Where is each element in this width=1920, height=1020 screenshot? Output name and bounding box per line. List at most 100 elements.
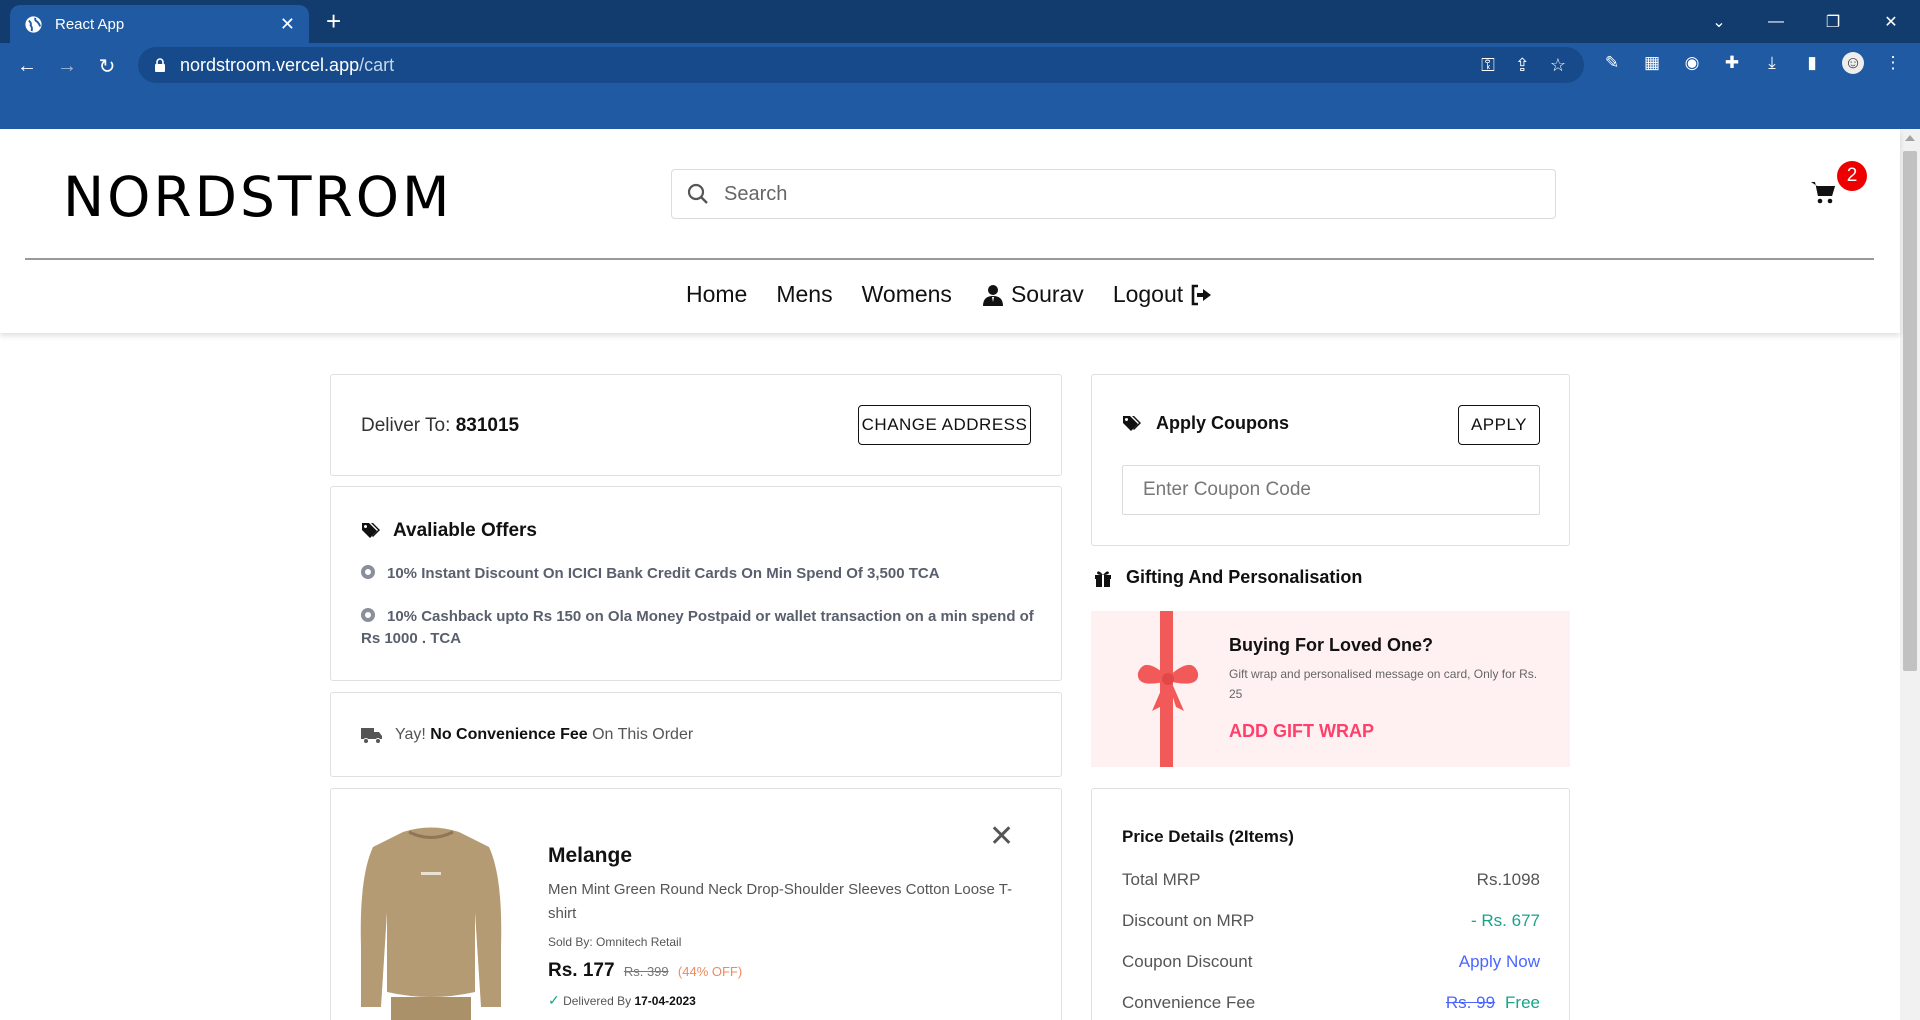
radio-bullet-icon [361, 608, 375, 622]
forward-icon[interactable]: → [53, 52, 81, 80]
logout-icon [1191, 284, 1212, 305]
menu-dots-icon[interactable]: ⋮ [1882, 52, 1904, 74]
product-mrp: Rs. 399 [623, 964, 669, 979]
site-header: NORDSTROM 2 Home Mens Womens Sourav Logo… [0, 129, 1900, 333]
tab-search-icon[interactable]: ⌄ [1699, 0, 1739, 43]
gift-heading: Gifting And Personalisation [1094, 567, 1362, 588]
price-row-coupon: Coupon Discount Apply Now [1122, 952, 1540, 972]
radio-bullet-icon [361, 565, 375, 579]
gift-icon [1095, 570, 1111, 587]
remove-item-icon[interactable]: ✕ [989, 819, 1014, 854]
url-path: /cart [359, 54, 395, 75]
puzzle-icon[interactable]: ✚ [1721, 52, 1743, 74]
nav-home[interactable]: Home [686, 281, 747, 308]
sidepanel-icon[interactable]: ▮ [1801, 52, 1823, 74]
minimize-icon[interactable]: — [1756, 0, 1796, 43]
browser-toolbar: ← → ↻ nordstroom.vercel.app/cart ⚿ ⇪ ☆ ✎… [0, 43, 1920, 87]
sold-by: Sold By: Omnitech Retail [548, 935, 682, 949]
close-tab-icon[interactable]: ✕ [280, 14, 295, 35]
product-price-row: Rs. 177 Rs. 399 (44% OFF) [548, 960, 742, 982]
price-row-discount: Discount on MRP - Rs. 677 [1122, 911, 1540, 931]
delivery-info: ✓ Delivered By 17-04-2023 [548, 992, 696, 1009]
search-icon [687, 183, 708, 204]
calendar-extension-icon[interactable]: ▦ [1641, 52, 1663, 74]
share-icon[interactable]: ⇪ [1515, 55, 1530, 76]
coupons-card: Apply Coupons APPLY [1091, 374, 1570, 546]
lock-icon [155, 58, 165, 72]
price-label: Convenience Fee [1122, 993, 1256, 1012]
tags-icon [1123, 415, 1141, 431]
delivered-label: Delivered By [563, 994, 635, 1008]
coupons-title: Apply Coupons [1156, 413, 1289, 433]
tab-title: React App [55, 15, 125, 33]
change-address-button[interactable]: CHANGE ADDRESS [858, 405, 1031, 445]
delivered-date: 17-04-2023 [634, 994, 696, 1008]
deliver-card: Deliver To: 831015 CHANGE ADDRESS [330, 374, 1062, 476]
price-value: - Rs. 677 [1471, 911, 1540, 930]
offers-title: Avaliable Offers [393, 520, 537, 541]
truck-icon [361, 728, 382, 744]
nav-womens[interactable]: Womens [862, 281, 952, 308]
download-icon[interactable]: ⤓ [1761, 52, 1783, 74]
profile-avatar[interactable]: ☺ [1842, 52, 1864, 74]
header-divider [25, 258, 1874, 260]
browser-strip [0, 87, 1920, 129]
convenience-prefix: Yay! [395, 726, 431, 743]
gift-section-title: Gifting And Personalisation [1126, 567, 1363, 587]
chrome-extension-icon[interactable]: ◉ [1681, 52, 1703, 74]
scrollbar-thumb[interactable] [1903, 151, 1917, 671]
coupon-code-input[interactable] [1122, 465, 1540, 515]
tags-icon [362, 523, 380, 538]
key-icon[interactable]: ⚿ [1481, 55, 1495, 76]
new-tab-icon[interactable]: + [326, 6, 341, 36]
nav-logout[interactable]: Logout [1113, 281, 1213, 308]
product-price: Rs. 177 [548, 960, 615, 981]
deliver-pincode: 831015 [455, 415, 520, 436]
nav-mens[interactable]: Mens [776, 281, 832, 308]
product-description: Men Mint Green Round Neck Drop-Shoulder … [548, 881, 1013, 922]
main-nav: Home Mens Womens Sourav Logout [686, 281, 1213, 308]
restore-icon[interactable]: ❐ [1813, 0, 1853, 43]
add-gift-wrap-link[interactable]: ADD GIFT WRAP [1229, 721, 1374, 742]
apply-coupon-button[interactable]: APPLY [1458, 405, 1540, 445]
globe-icon [25, 15, 42, 33]
search-box[interactable] [671, 169, 1556, 219]
deliver-text: Deliver To: 831015 [361, 415, 519, 437]
product-title: Melange [548, 844, 633, 867]
price-value: Rs.1098 [1476, 870, 1540, 889]
search-input[interactable] [724, 182, 1524, 206]
price-details-card: Price Details (2Items) Total MRP Rs.1098… [1091, 788, 1570, 1020]
offer-text: 10% Instant Discount On ICICI Bank Credi… [387, 565, 940, 582]
price-details-title: Price Details (2Items) [1122, 827, 1294, 846]
back-icon[interactable]: ← [13, 52, 41, 80]
nav-user[interactable]: Sourav [981, 281, 1084, 308]
price-row-total-mrp: Total MRP Rs.1098 [1122, 870, 1540, 890]
page-scrollbar[interactable] [1900, 129, 1920, 1020]
price-value: Free [1505, 993, 1540, 1012]
product-discount: (44% OFF) [677, 964, 743, 979]
check-icon: ✓ [548, 992, 560, 1008]
scroll-up-icon[interactable] [1905, 135, 1915, 141]
nav-logout-label: Logout [1112, 281, 1184, 307]
price-row-convenience: Convenience Fee Rs. 99 Free [1122, 993, 1540, 1013]
user-icon [982, 284, 1003, 306]
address-bar[interactable]: nordstroom.vercel.app/cart ⚿ ⇪ ☆ [138, 47, 1584, 83]
browser-tab[interactable]: React App ✕ [10, 5, 309, 43]
nav-user-label: Sourav [1010, 281, 1084, 307]
site-logo[interactable]: NORDSTROM [63, 165, 452, 229]
cart-item-card: Melange Men Mint Green Round Neck Drop-S… [330, 788, 1062, 1020]
product-image[interactable] [351, 817, 511, 1020]
gift-title: Buying For Loved One? [1229, 635, 1434, 655]
apply-now-link[interactable]: Apply Now [1459, 952, 1540, 972]
reload-icon[interactable]: ↻ [93, 52, 121, 80]
star-icon[interactable]: ☆ [1550, 55, 1566, 76]
bow-icon [1137, 664, 1199, 711]
convenience-card: Yay! No Convenience Fee On This Order [330, 692, 1062, 777]
offers-card: Avaliable Offers 10% Instant Discount On… [330, 486, 1062, 681]
pen-extension-icon[interactable]: ✎ [1601, 52, 1623, 74]
price-label: Discount on MRP [1122, 911, 1255, 930]
cart-icon[interactable] [1810, 179, 1836, 205]
price-label: Total MRP [1122, 870, 1201, 889]
gift-description: Gift wrap and personalised message on ca… [1229, 667, 1538, 701]
close-window-icon[interactable]: ✕ [1871, 0, 1911, 43]
